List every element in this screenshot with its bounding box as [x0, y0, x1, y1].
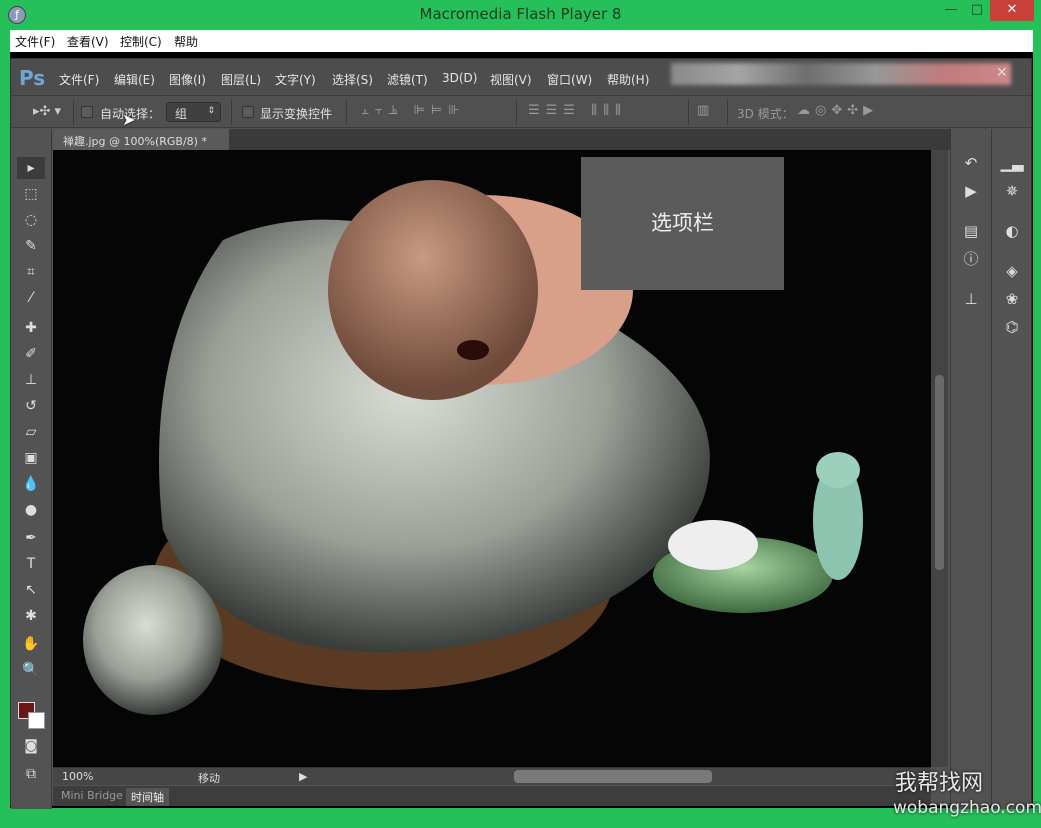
ps-menu-image[interactable]: 图像(I) [169, 71, 206, 88]
image-canvas[interactable] [53, 150, 931, 767]
actions-icon[interactable]: ▶ [959, 179, 983, 203]
ps-logo: Ps [19, 66, 46, 90]
ps-menu-type[interactable]: 文字(Y) [275, 71, 316, 88]
layers-icon[interactable]: ◈ [1000, 259, 1024, 283]
move-tool[interactable]: ▸ [17, 157, 45, 179]
dropdown-value: 组 [175, 107, 188, 121]
3d-mode-label: 3D 模式： [737, 107, 794, 121]
status-bar: 100% 移动 ▶ [53, 767, 931, 785]
mouse-cursor-icon: ➤ [122, 110, 136, 129]
shape-tool[interactable]: ✱ [17, 605, 45, 627]
menu-control[interactable]: 控制(C) [120, 33, 162, 50]
quick-mask-icon[interactable]: ◙ [17, 735, 45, 757]
history-icon[interactable]: ↶ [959, 151, 983, 175]
zoom-level[interactable]: 100% [62, 770, 93, 783]
photo-buddha-figurine [83, 180, 863, 715]
eraser-tool[interactable]: ▱ [17, 421, 45, 443]
screen-mode-icon[interactable]: ⧉ [17, 763, 45, 785]
ps-close-icon[interactable]: ✕ [996, 65, 1008, 81]
document-tab[interactable]: 禅趣.jpg @ 100%(RGB/8) * × [53, 129, 229, 162]
distribute-icons[interactable]: ☰☰☰ ⫼⫼⫼ [528, 103, 627, 118]
auto-align-icon[interactable]: ▥ [697, 103, 709, 118]
watermark-logo: 我帮找网 [895, 771, 984, 796]
options-bar-callout: 选项栏 [581, 157, 784, 290]
crop-tool[interactable]: ⌗ [17, 261, 45, 283]
ps-menu-bar: Ps 文件(F) 编辑(E) 图像(I) 图层(L) 文字(Y) 选择(S) 滤… [11, 59, 1031, 95]
marquee-tool[interactable]: ⬚ [17, 183, 45, 205]
gradient-tool[interactable]: ▣ [17, 447, 45, 469]
bottom-panel-tabs: Mini Bridge 时间轴 [53, 786, 931, 806]
align-icons[interactable]: ⫠⫟⫡ ⊫⊨⊪ [361, 103, 466, 118]
info-icon[interactable]: ⓘ [959, 247, 983, 271]
paths-icon[interactable]: ⌬ [1000, 315, 1024, 339]
zoom-tool[interactable]: 🔍 [17, 659, 45, 681]
move-tool-icon[interactable]: ▸✣ ▾ [33, 104, 61, 119]
ps-menu-3d[interactable]: 3D(D) [442, 71, 477, 85]
history-brush-tool[interactable]: ↺ [17, 395, 45, 417]
ps-menu-edit[interactable]: 编辑(E) [114, 71, 155, 88]
panel-dock-2: ▁▃ ✵ ◐ ◈ ❀ ⌬ [991, 129, 1031, 809]
ps-menu-window[interactable]: 窗口(W) [547, 71, 592, 88]
photoshop-window: Ps 文件(F) 编辑(E) 图像(I) 图层(L) 文字(Y) 选择(S) 滤… [10, 58, 1032, 809]
panel-dock-1: ↶ ▶ ▤ ⓘ ⊥ [950, 129, 990, 809]
flash-menu-bar: 文件(F) 查看(V) 控制(C) 帮助 [10, 30, 1033, 52]
status-info: 移动 [198, 772, 220, 785]
horizontal-scroll-thumb[interactable] [514, 770, 712, 783]
maximize-button[interactable]: □ [964, 0, 990, 21]
ps-menu-select[interactable]: 选择(S) [332, 71, 373, 88]
close-button[interactable]: ✕ [990, 0, 1034, 21]
background-color-swatch[interactable] [28, 712, 45, 729]
hand-tool[interactable]: ✋ [17, 633, 45, 655]
lasso-tool[interactable]: ◌ [17, 209, 45, 231]
quick-select-tool[interactable]: ✎ [17, 235, 45, 257]
channels-icon[interactable]: ❀ [1000, 287, 1024, 311]
options-bar: ▸✣ ▾ 自动选择： 组 ⇕ 显示变换控件 ⫠⫟⫡ ⊫⊨⊪ ☰☰☰ ⫼⫼⫼ ▥ 3… [11, 95, 1031, 128]
blur-tool[interactable]: 💧 [17, 473, 45, 495]
menu-file[interactable]: 文件(F) [15, 33, 55, 50]
adjustments-icon[interactable]: ◐ [1000, 219, 1024, 243]
window-title: Macromedia Flash Player 8 [419, 5, 622, 23]
auto-select-dropdown[interactable]: 组 ⇕ [166, 102, 221, 122]
properties-icon[interactable]: ▤ [959, 219, 983, 243]
document-tab-bar: 禅趣.jpg @ 100%(RGB/8) * × [53, 129, 950, 162]
document-tab-label: 禅趣.jpg @ 100%(RGB/8) * [63, 135, 207, 148]
ps-menu-help[interactable]: 帮助(H) [607, 71, 649, 88]
healing-tool[interactable]: ✚ [17, 317, 45, 339]
minimize-button[interactable]: — [938, 0, 964, 21]
dodge-tool[interactable]: ● [17, 499, 45, 521]
auto-select-checkbox[interactable] [81, 106, 93, 118]
watermark-url: wobangzhao.com [893, 798, 1041, 818]
navigator-icon[interactable]: ✵ [1000, 179, 1024, 203]
clone-source-icon[interactable]: ⊥ [959, 287, 983, 311]
type-tool[interactable]: T [17, 553, 45, 575]
vertical-scroll-thumb[interactable] [935, 375, 944, 570]
ps-menu-filter[interactable]: 滤镜(T) [387, 71, 428, 88]
show-transform-checkbox[interactable] [242, 106, 254, 118]
stamp-tool[interactable]: ⊥ [17, 369, 45, 391]
blurred-region [671, 63, 1011, 85]
tab-timeline[interactable]: 时间轴 [126, 788, 169, 806]
ps-menu-view[interactable]: 视图(V) [490, 71, 532, 88]
tools-panel: ▸ ⬚ ◌ ✎ ⌗ ⁄ ✚ ✐ ⊥ ↺ ▱ ▣ 💧 ● ✒ T ↖ ✱ ✋ 🔍 … [11, 129, 52, 809]
eyedropper-tool[interactable]: ⁄ [17, 287, 45, 309]
title-bar: ƒ Macromedia Flash Player 8 — □ ✕ [0, 0, 1041, 30]
pen-tool[interactable]: ✒ [17, 527, 45, 549]
path-select-tool[interactable]: ↖ [17, 579, 45, 601]
brush-tool[interactable]: ✐ [17, 343, 45, 365]
status-menu-arrow[interactable]: ▶ [299, 770, 307, 783]
menu-help[interactable]: 帮助 [174, 33, 198, 50]
vertical-scrollbar[interactable] [931, 150, 948, 767]
menu-view[interactable]: 查看(V) [67, 33, 109, 50]
ps-menu-layer[interactable]: 图层(L) [221, 71, 261, 88]
show-transform-label: 显示变换控件 [260, 107, 333, 121]
histogram-icon[interactable]: ▁▃ [1000, 151, 1024, 175]
tab-mini-bridge[interactable]: Mini Bridge [56, 788, 128, 803]
ps-menu-file[interactable]: 文件(F) [59, 71, 99, 88]
3d-mode-icons[interactable]: ☁◎✥✣▶ [797, 103, 878, 118]
